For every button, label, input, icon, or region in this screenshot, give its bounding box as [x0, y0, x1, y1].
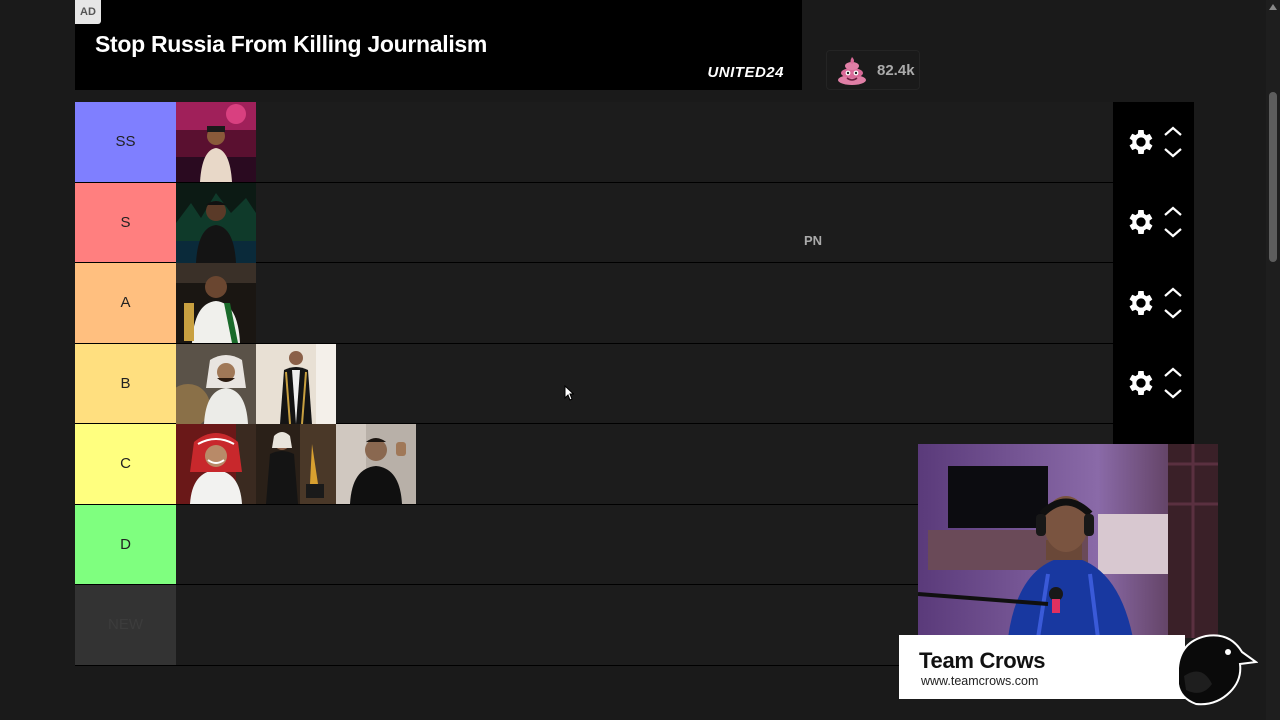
tier-row-ss: SS [75, 102, 1194, 183]
tier-item-image[interactable] [176, 343, 256, 424]
crow-logo-icon [1177, 634, 1258, 706]
webcam-overlay [918, 444, 1218, 638]
move-down-icon[interactable] [1163, 308, 1183, 320]
gear-icon[interactable] [1125, 126, 1157, 158]
page-scrollbar[interactable] [1266, 0, 1280, 720]
mouse-cursor-icon [564, 385, 574, 401]
tier-items[interactable] [176, 102, 1113, 182]
tier-item-image[interactable] [176, 182, 256, 263]
ad-headline[interactable]: Stop Russia From Killing Journalism [95, 31, 487, 58]
move-up-icon[interactable] [1163, 205, 1183, 217]
reaction-button[interactable]: 82.4k [826, 50, 920, 90]
tier-items[interactable] [176, 182, 1113, 263]
gear-icon[interactable] [1125, 206, 1157, 238]
tier-label[interactable]: SS [75, 102, 176, 182]
team-url: www.teamcrows.com [921, 674, 1039, 688]
reaction-count: 82.4k [877, 61, 915, 79]
move-down-icon[interactable] [1163, 147, 1183, 159]
tier-row-s: S [75, 182, 1194, 263]
floating-text: PN [804, 233, 823, 248]
tier-label[interactable]: D [75, 504, 176, 584]
ad-brand-logo[interactable]: UNITED24 [707, 64, 784, 81]
tier-label[interactable]: NEW [75, 585, 176, 665]
tier-item-image[interactable] [176, 263, 256, 343]
tier-label[interactable]: C [75, 424, 176, 504]
ad-banner[interactable]: AD Stop Russia From Killing Journalism U… [75, 0, 802, 90]
tier-items[interactable] [176, 343, 1113, 424]
tier-label[interactable]: A [75, 263, 176, 343]
tier-item-image[interactable] [256, 343, 336, 424]
tier-item-image[interactable] [176, 424, 256, 504]
tier-controls [1113, 343, 1194, 423]
scroll-up-icon[interactable] [1269, 4, 1277, 10]
tier-item-image[interactable] [256, 424, 336, 504]
scroll-thumb[interactable] [1269, 92, 1277, 262]
move-down-icon[interactable] [1163, 227, 1183, 239]
poo-emoji-icon [835, 53, 869, 87]
tier-controls [1113, 182, 1194, 262]
gear-icon[interactable] [1125, 367, 1157, 399]
tier-label[interactable]: B [75, 343, 176, 423]
move-up-icon[interactable] [1163, 125, 1183, 137]
ad-label: AD [75, 0, 101, 24]
tier-controls [1113, 102, 1194, 182]
tier-items[interactable] [176, 263, 1113, 343]
move-up-icon[interactable] [1163, 366, 1183, 378]
gear-icon[interactable] [1125, 287, 1157, 319]
tier-item-image[interactable] [176, 102, 256, 182]
team-name: Team Crows [919, 648, 1046, 673]
move-down-icon[interactable] [1163, 388, 1183, 400]
tier-item-image[interactable] [336, 424, 416, 504]
tier-row-b: B [75, 343, 1194, 424]
tier-controls [1113, 263, 1194, 343]
team-card: Team Crows www.teamcrows.com [899, 635, 1185, 699]
tier-row-a: A [75, 263, 1194, 344]
move-up-icon[interactable] [1163, 286, 1183, 298]
tier-label[interactable]: S [75, 182, 176, 262]
